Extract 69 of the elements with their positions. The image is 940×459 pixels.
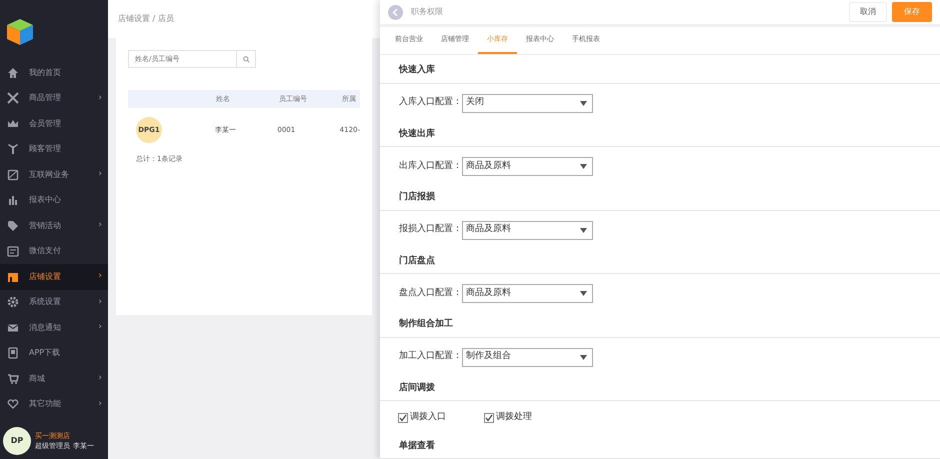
chevron-icon: › [98, 398, 102, 411]
cart-icon [7, 372, 19, 385]
settings-icon [7, 296, 19, 308]
breadcrumb: 店铺设置 / 店员 [108, 0, 380, 38]
field-label: 出库入口配置： [399, 160, 462, 173]
chevron-icon: › [98, 372, 102, 386]
dropdown[interactable]: 关闭 [462, 94, 593, 112]
house-icon [7, 66, 19, 79]
caret-icon [580, 228, 587, 232]
cross-tools-icon [7, 92, 19, 104]
sidebar-item[interactable]: 微信支付 [0, 238, 108, 264]
chevron-icon: › [98, 168, 102, 182]
sidebar-item[interactable]: 报表中心 [0, 188, 108, 213]
field-label: 报损入口配置： [399, 223, 462, 236]
sidebar-item[interactable]: 系统设置 › [0, 290, 108, 315]
caret-icon [580, 354, 587, 360]
dropdown[interactable]: 制作及组合 [462, 348, 593, 366]
heart-icon [7, 398, 19, 410]
square-icon [7, 168, 19, 181]
checkbox-label: 调拨处理 [496, 411, 532, 424]
tablet-icon [7, 347, 19, 360]
chevron-icon: › [98, 92, 102, 105]
dropdown[interactable]: 商品及原料 [462, 284, 593, 303]
envelope-icon [7, 322, 19, 334]
section-heading: 快速出库 [380, 118, 940, 147]
section-heading: 门店盘点 [380, 246, 940, 274]
caret-icon [580, 164, 587, 169]
sidebar-item[interactable]: APP下载 [0, 340, 108, 366]
dropdown[interactable]: 商品及原料 [462, 157, 593, 176]
sidebar-item[interactable]: 我的首页 [0, 60, 108, 86]
sidebar-item[interactable]: 店铺设置 › [0, 264, 108, 290]
panel-title: 职务权限 [411, 6, 444, 18]
checkbox[interactable] [398, 412, 408, 423]
field-label: 盘点入口配置： [399, 286, 462, 300]
cancel-button[interactable]: 取消 [849, 2, 887, 22]
chevron-icon: › [98, 296, 102, 309]
sidebar-item[interactable]: 其它功能 › [0, 392, 108, 417]
dropdown[interactable]: 商品及原料 [462, 220, 593, 240]
section-heading: 单据查看 [380, 430, 940, 459]
section-heading: 制作组合加工 [380, 309, 940, 338]
card-icon [7, 245, 19, 258]
cube-logo-icon [4, 16, 36, 48]
caret-icon [580, 291, 587, 296]
bar-chart-icon [7, 194, 19, 206]
sidebar-item[interactable]: 商品管理 › [0, 86, 108, 111]
checkbox[interactable] [484, 412, 494, 423]
search-icon [242, 56, 250, 62]
section-heading: 店间调拨 [380, 372, 940, 401]
sidebar-item[interactable]: 互联网业务 › [0, 162, 108, 188]
user-avatar[interactable]: DP [3, 427, 31, 455]
field-label: 加工入口配置： [399, 350, 462, 364]
chevron-icon: › [98, 321, 102, 334]
chevron-icon: › [98, 270, 102, 284]
sidebar-item[interactable]: 顾客管理 [0, 136, 108, 162]
sidebar-item[interactable]: 消息通知 › [0, 315, 108, 340]
sidebar-item[interactable]: 会员管理 [0, 111, 108, 136]
tag-icon [7, 220, 19, 232]
section-heading: 门店报损 [380, 182, 940, 210]
person-icon [7, 143, 19, 156]
search-button[interactable] [236, 50, 256, 68]
checkbox-label: 调拨入口 [410, 411, 446, 424]
field-label: 入库入口配置： [399, 96, 462, 110]
section-heading: 快速入库 [380, 55, 940, 84]
crown-icon [7, 118, 19, 130]
store-icon [7, 270, 19, 283]
sidebar-item[interactable]: 营销活动 › [0, 213, 108, 238]
caret-icon [580, 100, 587, 106]
sidebar-item[interactable]: 商城 › [0, 366, 108, 392]
chevron-icon: › [98, 219, 102, 232]
